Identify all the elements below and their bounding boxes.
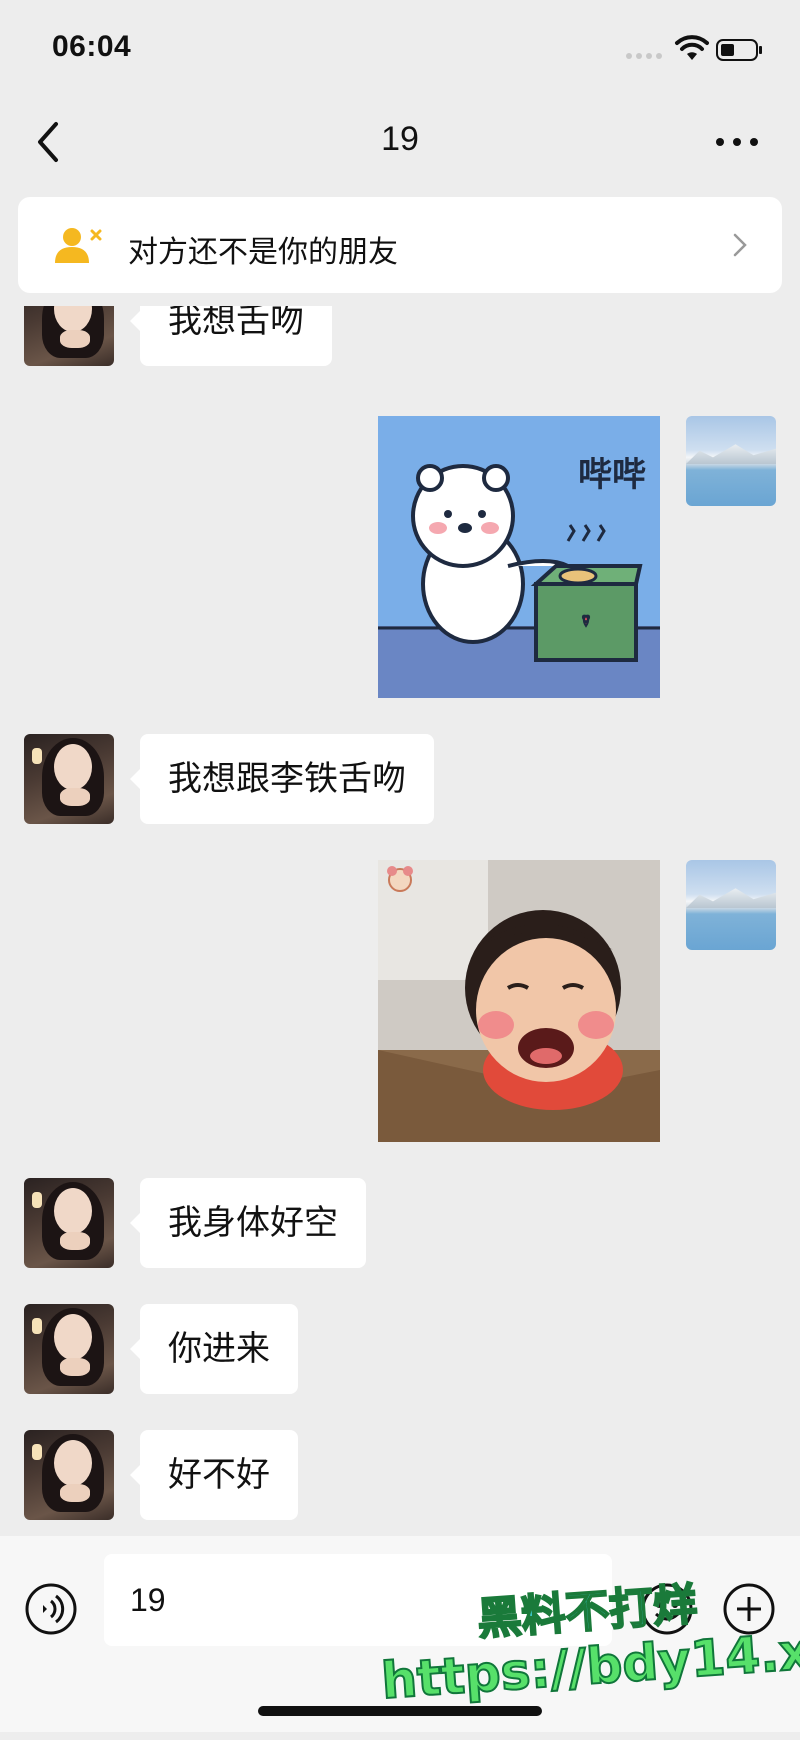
my-avatar[interactable] bbox=[686, 416, 776, 506]
message-input[interactable]: 19 bbox=[104, 1554, 612, 1646]
cellular-signal-icon bbox=[626, 53, 666, 61]
voice-input-icon[interactable] bbox=[24, 1582, 78, 1636]
message-bubble[interactable]: 我想跟李铁舌吻 bbox=[130, 734, 434, 824]
message-bubble[interactable]: 我想舌吻 bbox=[130, 306, 332, 366]
sticker-caption: 哔哔 bbox=[578, 455, 646, 495]
contact-avatar[interactable] bbox=[24, 734, 114, 824]
home-indicator bbox=[258, 1706, 542, 1716]
message-bubble[interactable]: 我身体好空 bbox=[130, 1178, 366, 1268]
wifi-icon bbox=[675, 35, 709, 60]
chevron-right-icon bbox=[733, 233, 747, 257]
back-icon[interactable] bbox=[26, 114, 74, 170]
bear-sticker[interactable]: 哔哔 bbox=[378, 416, 660, 698]
input-bar: 19 bbox=[0, 1536, 800, 1732]
my-avatar[interactable] bbox=[686, 860, 776, 950]
status-time: 06:04 bbox=[52, 30, 132, 63]
battery-icon bbox=[716, 39, 762, 61]
nav-bar: 19 bbox=[0, 100, 800, 184]
contact-avatar[interactable] bbox=[24, 1430, 114, 1520]
more-functions-plus-icon[interactable] bbox=[722, 1582, 776, 1636]
more-options-icon[interactable] bbox=[712, 126, 762, 156]
contact-avatar[interactable] bbox=[24, 1178, 114, 1268]
contact-avatar[interactable] bbox=[24, 306, 114, 366]
message-bubble[interactable]: 你进来 bbox=[130, 1304, 298, 1394]
message-list[interactable]: 我想舌吻 哔哔 我想跟李铁舌吻 我身体好空 你进来 好不好 bbox=[0, 306, 800, 1536]
chat-title: 19 bbox=[381, 120, 419, 158]
child-photo bbox=[378, 860, 660, 1142]
bear-button-illustration: 哔哔 bbox=[378, 455, 660, 698]
contact-avatar[interactable] bbox=[24, 1304, 114, 1394]
emoji-icon[interactable] bbox=[640, 1582, 694, 1636]
notice-text: 对方还不是你的朋友 bbox=[128, 235, 398, 270]
not-friend-notice[interactable]: 对方还不是你的朋友 bbox=[18, 197, 782, 293]
status-bar: 06:04 bbox=[0, 0, 800, 100]
add-friend-icon bbox=[55, 228, 102, 263]
laughing-child-sticker[interactable] bbox=[378, 860, 660, 1142]
message-bubble[interactable]: 好不好 bbox=[130, 1430, 298, 1520]
